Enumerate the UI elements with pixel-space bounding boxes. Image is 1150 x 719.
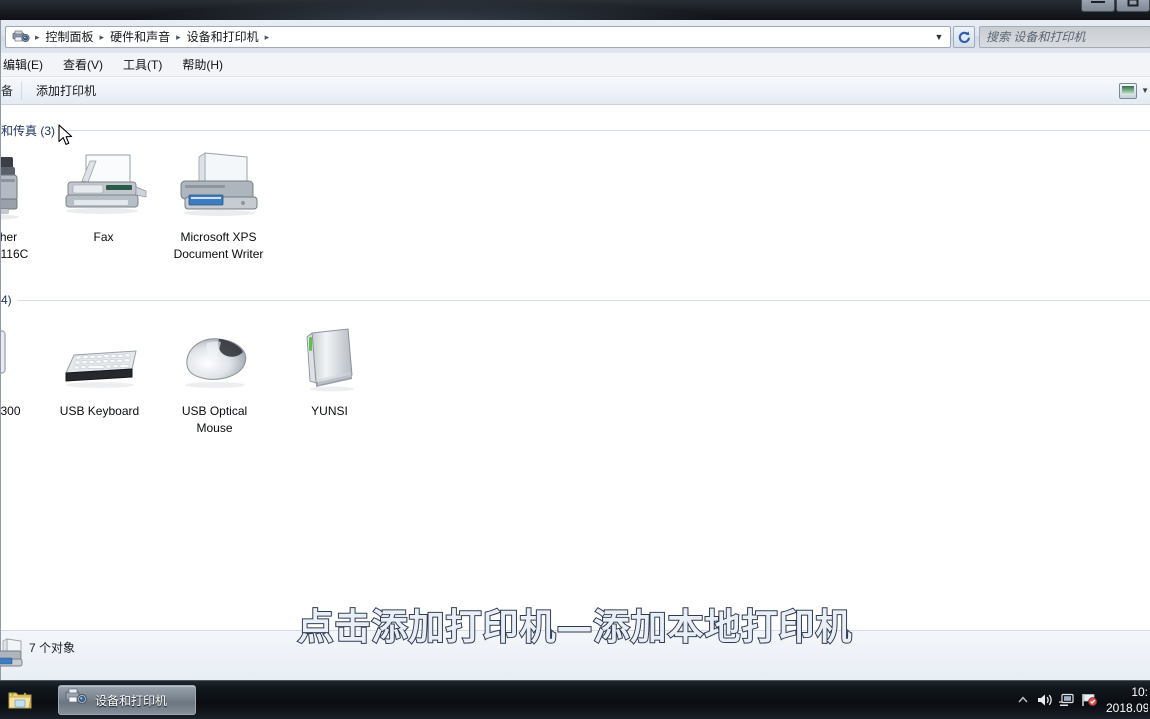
breadcrumb-control-panel[interactable]: 控制面板 [42,27,98,47]
command-bar-right: ▼ [1119,82,1150,99]
menu-help[interactable]: 帮助(H) [172,53,233,76]
titlebar-glow [120,0,740,22]
device-tile-brother[interactable]: ther -116C [1,149,44,263]
command-bar: 备 添加打印机 ▼ [1,77,1150,105]
device-label-keyboard: USB Keyboard [59,404,140,418]
monitor-icon [1,325,31,397]
command-separator [21,81,22,100]
crumb-separator-3[interactable]: ▸ [263,29,272,45]
external-drive-icon [282,325,378,397]
group-rule-2 [17,299,1150,301]
search-input[interactable]: 搜索 设备和打印机 [979,25,1150,48]
printers-grid: ther -116C [1,141,1150,263]
status-bar: 7 个对象 [0,630,1150,680]
taskbar: 设备和打印机 10: 2018.09 [0,680,1150,719]
keyboard-icon [52,325,148,397]
printer-brother-icon [1,151,35,223]
mouse-cursor [58,124,76,148]
devices-printers-icon-taskbar [65,687,89,714]
menu-bar: 编辑(E) 查看(V) 工具(T) 帮助(H) [1,53,1150,77]
device-tile-yunsi[interactable]: YUNSI [272,323,387,437]
network-icon[interactable] [1056,689,1078,711]
device-label-fax: Fax [93,230,114,244]
group-title-printers: 和传真 (3) [1,123,56,138]
command-clipped-item[interactable]: 备 [1,82,19,99]
breadcrumb-devices-printers[interactable]: 设备和打印机 [183,27,263,47]
address-bar-row: ▸ 控制面板 ▸ 硬件和声音 ▸ 设备和打印机 ▸ ▼ 搜索 设备和打印机 [1,20,1150,53]
clock-time: 10: [1131,685,1148,699]
device-label-brother: ther -116C [1,230,29,261]
taskbar-window-label: 设备和打印机 [95,693,168,708]
printer-xps-icon [171,151,267,223]
device-tile-fax[interactable]: Fax [46,149,161,263]
group-title-devices: 4) [1,293,12,307]
refresh-icon [958,30,971,43]
group-header-printers[interactable]: 和传真 (3) [1,119,1150,141]
devices-printers-icon [12,29,30,45]
group-rule [61,129,1150,131]
explorer-folder-icon[interactable] [0,681,40,719]
show-hidden-icons-button[interactable] [1012,689,1034,711]
mouse-icon [167,325,263,397]
items-view: 和传真 (3) her 116C Fax Microsoft XPS Docum… [1,105,1150,630]
minimize-button[interactable] [1081,0,1115,12]
window-titlebar [0,0,1150,22]
crumb-separator-1[interactable]: ▸ [98,29,107,45]
group-header-devices[interactable]: 4) [1,289,1150,311]
menu-view[interactable]: 查看(V) [53,53,113,76]
view-layout-icon[interactable] [1119,82,1138,99]
explorer-window: ▸ 控制面板 ▸ 硬件和声音 ▸ 设备和打印机 ▸ ▼ 搜索 设备和打印机 编辑… [0,20,1150,680]
device-label-xps: Microsoft XPS Document Writer [173,230,264,261]
printer-thumb-icon [0,637,25,673]
device-tile-xps[interactable]: Microsoft XPS Document Writer [161,149,276,263]
maximize-button[interactable] [1116,0,1150,12]
menu-edit[interactable]: 编辑(E) [0,53,53,76]
clock-date: 2018.09 [1106,701,1148,715]
fax-icon [56,151,152,223]
system-tray: 10: 2018.09 [1012,681,1150,719]
flag-icon[interactable] [1078,689,1100,711]
device-tile-monitor[interactable]: B300 [1,323,40,437]
device-label-yunsi: YUNSI [311,404,348,418]
crumb-separator-2[interactable]: ▸ [174,29,183,45]
taskbar-window-devices-printers[interactable]: 设备和打印机 [58,685,196,715]
device-tile-keyboard[interactable]: USB Keyboard [42,323,157,437]
status-item-count: 7 个对象 [29,641,76,655]
screen: ▸ 控制面板 ▸ 硬件和声音 ▸ 设备和打印机 ▸ ▼ 搜索 设备和打印机 编辑… [0,0,1150,719]
devices-grid: B300 [1,311,1150,437]
crumb-separator-0: ▸ [35,31,40,42]
device-label-mouse: USB Optical Mouse [181,404,248,435]
view-dropdown-icon[interactable]: ▼ [1141,86,1149,95]
speaker-icon[interactable] [1034,689,1056,711]
menu-tools[interactable]: 工具(T) [113,53,172,76]
window-controls [1081,0,1150,12]
device-label-monitor: B300 [1,404,21,418]
device-tile-mouse[interactable]: USB Optical Mouse [157,323,272,437]
address-bar[interactable]: ▸ 控制面板 ▸ 硬件和声音 ▸ 设备和打印机 ▸ ▼ [5,25,951,48]
taskbar-clock[interactable]: 10: 2018.09 [1100,684,1148,716]
add-printer-button[interactable]: 添加打印机 [28,78,104,103]
breadcrumb-hardware-sound[interactable]: 硬件和声音 [106,27,174,47]
address-dropdown-icon[interactable]: ▼ [930,27,948,47]
refresh-button[interactable] [953,25,975,48]
